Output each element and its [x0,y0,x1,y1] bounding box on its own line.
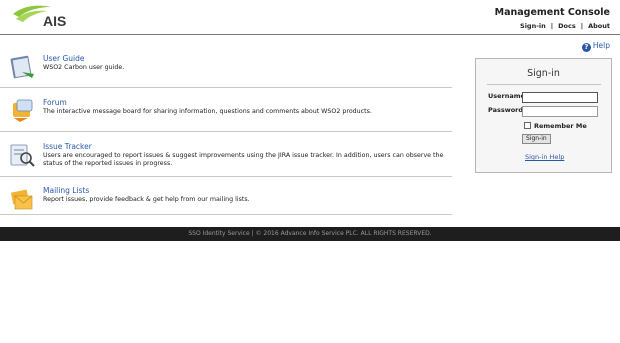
footer-copyright: SSO Identity Service | © 2016 Advance In… [188,230,432,237]
help-link[interactable]: ? Help [581,41,610,52]
mail-icon [10,189,33,210]
issue-tracker-description: Users are encouraged to report issues & … [43,152,444,168]
mailing-lists-link[interactable]: Mailing Lists [43,186,89,195]
resource-user-guide: User Guide WSO2 Carbon user guide. [8,54,460,86]
page-header: AIS Management Console Sign-in | Docs | Abou… [0,0,620,35]
user-guide-link[interactable]: User Guide [43,54,85,63]
resource-forum: Forum The interactive message board for … [8,98,460,130]
book-icon [10,55,34,79]
ais-logo: AIS [13,5,66,29]
forum-description: The interactive message board for sharin… [43,108,372,115]
resource-issue-tracker: Issue Tracker Users are encouraged to re… [8,142,460,174]
header-nav: Sign-in | Docs | About [520,22,610,30]
nav-separator: | [580,22,584,30]
mailing-lists-description: Report issues, provide feedback & get he… [43,196,250,203]
username-label: Username [488,92,525,100]
signin-help-link[interactable]: Sign-in Help [525,153,564,161]
password-input[interactable] [522,106,598,117]
remember-me-label: Remember Me [534,122,587,130]
nav-separator: | [550,22,554,30]
divider [0,214,452,215]
remember-me-checkbox[interactable] [524,122,531,129]
nav-signin-link[interactable]: Sign-in [520,22,546,30]
issue-tracker-icon [10,144,35,167]
svg-text:AIS: AIS [43,13,66,29]
signin-panel: Sign-in Username Password Remember Me Si… [475,58,612,173]
user-guide-description: WSO2 Carbon user guide. [43,64,125,71]
resource-mailing-lists: Mailing Lists Report issues, provide fee… [8,186,460,216]
nav-about-link[interactable]: About [588,22,610,30]
password-label: Password [488,106,524,114]
divider [0,87,452,88]
signin-button[interactable]: Sign-in [522,134,551,144]
help-icon: ? [581,43,591,52]
nav-docs-link[interactable]: Docs [558,22,576,30]
console-title: Management Console [494,7,610,18]
issue-tracker-link[interactable]: Issue Tracker [43,142,92,151]
divider [0,131,452,132]
signin-title: Sign-in [527,68,560,79]
help-label: Help [592,41,610,50]
username-input[interactable] [522,92,598,103]
page-footer: SSO Identity Service | © 2016 Advance In… [0,227,620,241]
divider [0,176,452,177]
forum-icon [13,99,33,122]
signin-divider [487,84,601,85]
forum-link[interactable]: Forum [43,98,67,107]
